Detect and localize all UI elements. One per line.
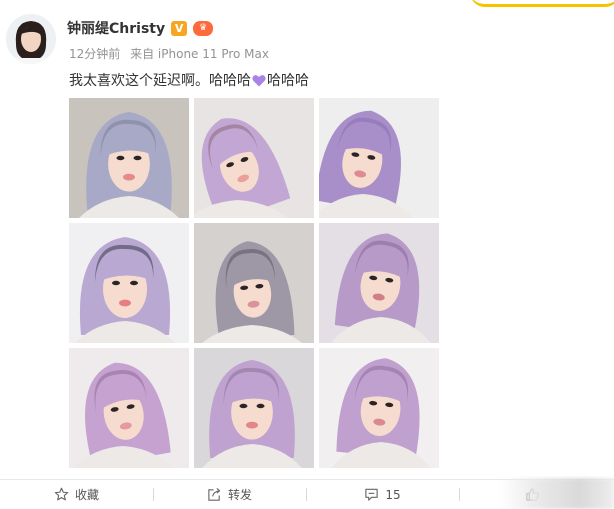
right-eye [133, 155, 142, 161]
star-icon [54, 487, 69, 501]
portrait-image [194, 348, 314, 468]
portrait-image [319, 98, 439, 218]
comment-count: 15 [385, 487, 401, 502]
verified-badge: V [171, 20, 188, 36]
top-decoration [470, 0, 614, 7]
photo-2[interactable] [194, 98, 314, 218]
avatar[interactable] [6, 14, 56, 64]
portrait-image [194, 223, 314, 343]
post-text: 我太喜欢这个延迟啊。哈哈哈 哈哈哈 [69, 70, 309, 90]
portrait-image [319, 348, 439, 468]
photo-6[interactable] [319, 223, 439, 343]
portrait-image [194, 98, 314, 218]
photo-9[interactable] [319, 348, 439, 468]
author-line: 钟丽缇Christy V ♛ [67, 18, 214, 38]
photo-7[interactable] [69, 348, 189, 468]
photo-3[interactable] [319, 98, 439, 218]
left-eye [112, 280, 120, 286]
repost-button[interactable]: 转发 [153, 480, 306, 509]
post-source: 来自 iPhone 11 Pro Max [130, 47, 269, 61]
portrait-image [69, 348, 189, 468]
photo-5[interactable] [194, 223, 314, 343]
avatar-image [6, 14, 56, 64]
post-text-main: 我太喜欢这个延迟啊。哈哈哈 [69, 73, 251, 89]
photo-1[interactable] [69, 98, 189, 218]
photo-grid [69, 98, 439, 468]
lips [119, 299, 131, 307]
favorite-button[interactable]: 收藏 [0, 480, 153, 509]
lips [123, 173, 135, 181]
portrait-image [69, 98, 189, 218]
vip-crown-icon[interactable]: ♛ [193, 20, 214, 36]
favorite-label: 收藏 [74, 488, 99, 502]
post-time[interactable]: 12分钟前 [69, 47, 120, 61]
post-text-tail: 哈哈哈 [267, 73, 309, 89]
right-eye [130, 280, 138, 286]
left-eye [116, 155, 125, 161]
left-eye [239, 403, 248, 409]
comment-button[interactable]: 15 [306, 480, 459, 509]
repost-label: 转发 [227, 488, 252, 502]
purple-heart-icon [252, 74, 266, 86]
author-name[interactable]: 钟丽缇Christy [67, 18, 165, 38]
portrait-image [319, 223, 439, 343]
blurred-watermark [500, 478, 614, 509]
repost-icon [208, 487, 221, 501]
photo-4[interactable] [69, 223, 189, 343]
comment-icon [365, 488, 379, 501]
post-meta: 12分钟前 来自 iPhone 11 Pro Max [69, 45, 275, 62]
photo-8[interactable] [194, 348, 314, 468]
portrait-image [69, 223, 189, 343]
lips [246, 421, 258, 429]
right-eye [256, 403, 265, 409]
